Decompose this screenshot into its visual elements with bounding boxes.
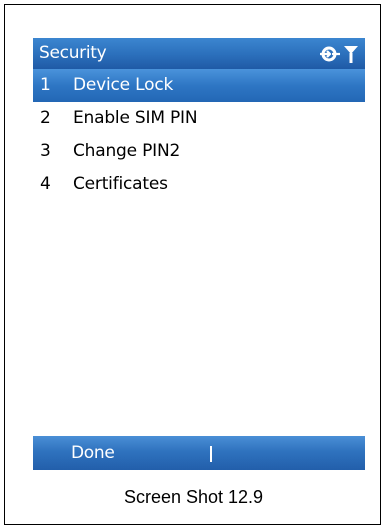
page-title: Security [39,43,107,63]
figure-caption: Screen Shot 12.9 [123,487,264,507]
figure-frame: Security 1 Device Lock 2 Enable SIM PIN … [4,4,381,525]
softkey-divider [210,446,212,462]
done-softkey[interactable]: Done [71,443,115,463]
menu-item-label: Device Lock [73,75,174,95]
signal-strength-icon [343,44,359,64]
menu-item-label: Change PIN2 [73,141,181,161]
menu-item-number: 2 [40,108,51,128]
menu-item-label: Enable SIM PIN [73,108,198,128]
security-menu-list: 1 Device Lock 2 Enable SIM PIN 3 Change … [33,69,365,201]
menu-item-enable-sim-pin[interactable]: 2 Enable SIM PIN [33,102,365,135]
softkey-bar: Done [33,436,365,470]
menu-item-certificates[interactable]: 4 Certificates [33,168,365,201]
menu-item-number: 4 [40,174,51,194]
status-icons [319,42,359,66]
title-bar: Security [33,38,365,69]
menu-item-change-pin2[interactable]: 3 Change PIN2 [33,135,365,168]
menu-item-number: 1 [40,75,51,95]
menu-item-device-lock[interactable]: 1 Device Lock [33,69,365,102]
connectivity-icon [319,44,341,64]
menu-item-number: 3 [40,141,51,161]
phone-screen: Security 1 Device Lock 2 Enable SIM PIN … [33,38,365,470]
menu-item-label: Certificates [73,174,168,194]
